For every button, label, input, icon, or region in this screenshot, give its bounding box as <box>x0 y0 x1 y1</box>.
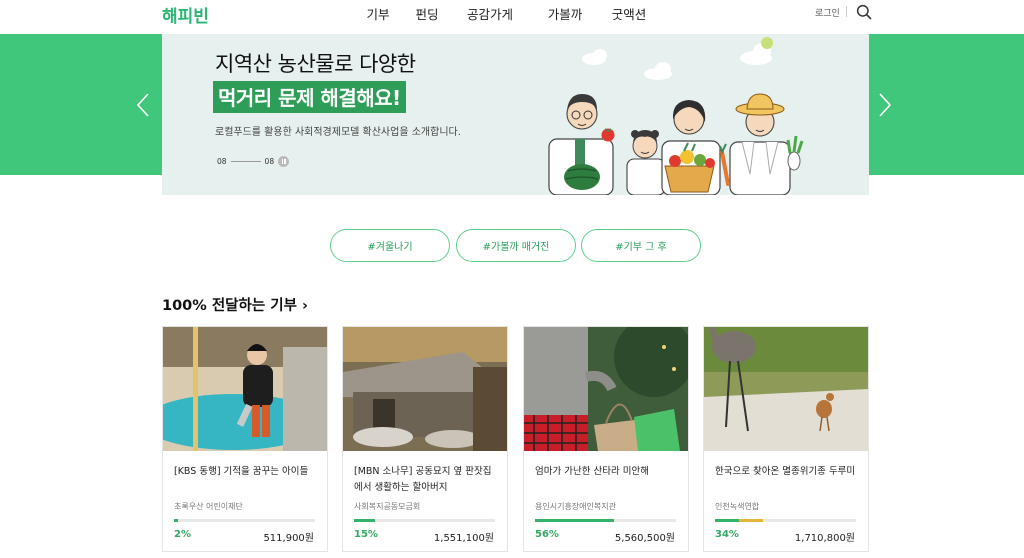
search-icon[interactable] <box>856 4 872 20</box>
pause-icon[interactable] <box>278 156 290 167</box>
progress-percent: 2% <box>174 529 191 540</box>
pager-line <box>230 161 261 162</box>
progress-fill <box>174 519 179 522</box>
donation-amount: 5,560,500원 <box>614 533 675 544</box>
card-title: [KBS 동행] 기적을 꿈꾸는 아이들 <box>174 466 309 477</box>
tag-after-donation[interactable]: #기부 그 후 <box>581 229 701 262</box>
progress-percent: 15% <box>354 529 378 540</box>
banner-pager: 08 08 <box>217 156 290 167</box>
progress-bar <box>715 519 856 522</box>
nav-donate[interactable]: 기부 <box>352 4 404 23</box>
chevron-right-icon[interactable] <box>878 92 892 118</box>
donation-card[interactable]: 엄마가 가난한 산타라 미안해 용인시기흥장애인복지관 56% 5,560,50… <box>523 326 689 552</box>
logo[interactable]: 해피빈 <box>162 2 209 27</box>
progress-fill <box>715 519 763 522</box>
chevron-left-icon[interactable] <box>136 92 150 118</box>
banner-title: 지역산 농산물로 다양한 <box>215 52 416 76</box>
card-image <box>163 327 327 451</box>
card-title: 한국으로 찾아온 멸종위기종 두루미 <box>715 466 856 477</box>
farmers-illustration <box>542 37 869 195</box>
progress-bar <box>174 519 315 522</box>
progress-fill <box>354 519 376 522</box>
tag-magazine[interactable]: #가볼까 매거진 <box>456 229 576 262</box>
nav-store[interactable]: 공감가게 <box>450 4 530 23</box>
nav-visit[interactable]: 가볼까 <box>530 4 600 23</box>
donation-amount: 1,710,800원 <box>794 533 855 544</box>
progress-fill <box>535 519 614 522</box>
donation-amount: 511,900원 <box>263 533 314 544</box>
card-image <box>704 327 868 451</box>
progress-percent: 56% <box>535 529 559 540</box>
progress-bar <box>354 519 495 522</box>
nav-funding[interactable]: 펀딩 <box>404 4 450 23</box>
nav-good-action[interactable]: 굿액션 <box>600 4 658 23</box>
card-organization: 용인시기흥장애인복지관 <box>535 502 616 511</box>
card-organization: 사회복지공동모금회 <box>354 502 421 511</box>
banner-highlight: 먹거리 문제 해결해요! <box>213 81 406 113</box>
donation-card[interactable]: [KBS 동행] 기적을 꿈꾸는 아이들 초록우산 어린이재단 2% 511,9… <box>162 326 328 552</box>
login-link[interactable]: 로그인 <box>815 6 840 19</box>
progress-percent: 34% <box>715 529 739 540</box>
donation-card[interactable]: [MBN 소나무] 공동묘지 옆 판잣집에서 생활하는 할아버지 사회복지공동모… <box>342 326 508 552</box>
card-organization: 인천녹색연합 <box>715 502 760 511</box>
banner-subtitle: 로컬푸드를 활용한 사회적경제모델 확산사업을 소개합니다. <box>215 127 461 138</box>
card-image <box>343 327 507 451</box>
top-header: 해피빈 기부 펀딩 공감가게 가볼까 굿액션 로그인 <box>0 0 1024 30</box>
header-divider <box>846 6 847 17</box>
card-title: 엄마가 가난한 산타라 미안해 <box>535 466 649 477</box>
tag-winter[interactable]: #겨울나기 <box>330 229 450 262</box>
card-title: [MBN 소나무] 공동묘지 옆 판잣집에서 생활하는 할아버지 <box>354 466 492 493</box>
pager-current: 08 <box>217 157 227 166</box>
donation-card[interactable]: 한국으로 찾아온 멸종위기종 두루미 인천녹색연합 34% 1,710,800원 <box>703 326 869 552</box>
main-banner[interactable]: 지역산 농산물로 다양한 먹거리 문제 해결해요! 로컬푸드를 활용한 사회적경… <box>162 34 869 195</box>
main-nav: 기부 펀딩 공감가게 가볼까 굿액션 <box>352 4 658 23</box>
card-image <box>524 327 688 451</box>
pager-total: 08 <box>264 157 275 166</box>
section-title[interactable]: 100% 전달하는 기부 › <box>162 294 308 315</box>
card-organization: 초록우산 어린이재단 <box>174 502 243 511</box>
donation-amount: 1,551,100원 <box>433 533 494 544</box>
progress-bar <box>535 519 676 522</box>
